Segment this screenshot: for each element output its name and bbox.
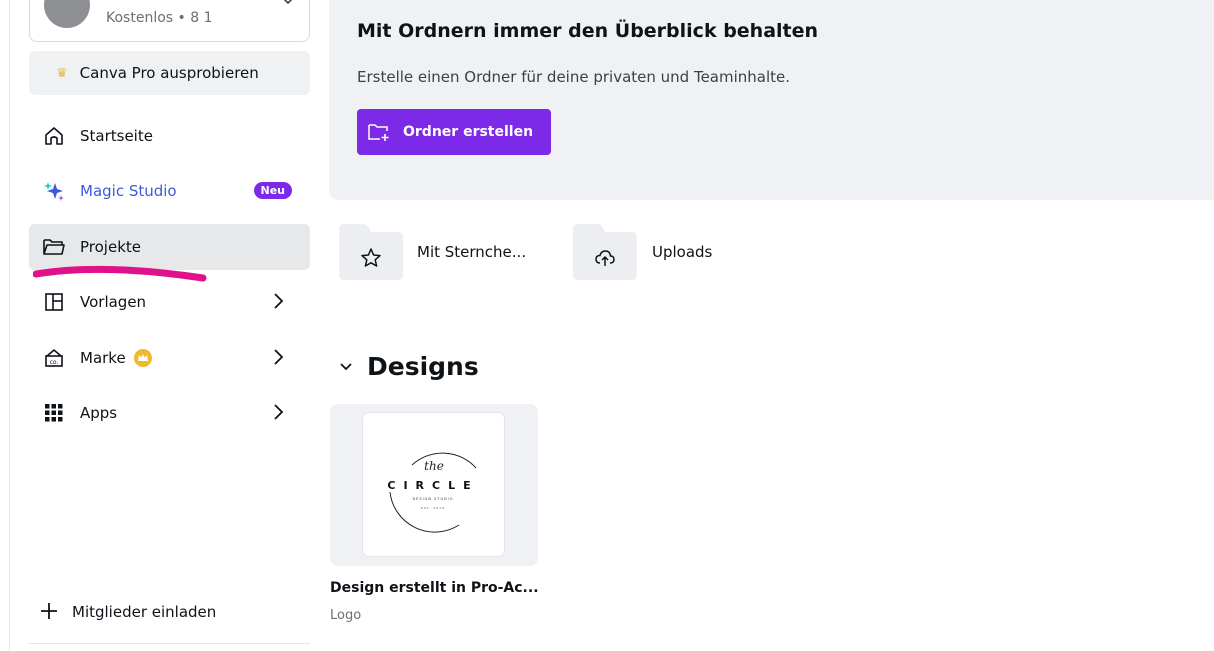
folder-label: Uploads — [652, 243, 713, 261]
design-type: Logo — [330, 608, 362, 623]
folder-label: Mit Sternche... — [417, 243, 527, 261]
designs-section-toggle[interactable]: Designs — [339, 352, 479, 381]
folder-icon — [42, 235, 66, 259]
chevron-right-icon — [273, 291, 285, 315]
logo-est-line: EST. 2019 — [421, 506, 445, 510]
sidebar-item-label: Vorlagen — [80, 293, 147, 311]
try-pro-button[interactable]: ♛ Canva Pro ausprobieren — [29, 51, 310, 95]
banner-title: Mit Ordnern immer den Überblick behalten — [357, 20, 819, 42]
create-folder-label: Ordner erstellen — [403, 124, 534, 140]
starred-folder-tile[interactable]: Mit Sternche... — [339, 224, 526, 284]
sidebar-item-vorlagen[interactable]: Vorlagen — [29, 279, 310, 325]
sidebar-item-marke[interactable]: co. Marke — [29, 335, 310, 381]
chevron-right-icon — [273, 347, 285, 371]
sidebar-item-magic-studio[interactable]: Magic Studio Neu — [29, 168, 310, 214]
logo-subline: DESIGN STUDIO — [412, 497, 453, 501]
banner-subtitle: Erstelle einen Ordner für deine privaten… — [357, 68, 791, 86]
logo-word: CIRCLE — [387, 479, 478, 492]
sidebar-item-label: Marke — [80, 349, 126, 367]
sidebar-item-apps[interactable]: Apps — [29, 390, 310, 436]
folder-plus-icon — [367, 122, 393, 142]
try-pro-label: Canva Pro ausprobieren — [79, 64, 259, 82]
crown-badge-icon — [133, 349, 152, 367]
chevron-down-icon[interactable] — [283, 0, 293, 8]
star-icon — [359, 246, 383, 274]
logo-script-text: the — [424, 459, 444, 473]
sidebar-item-startseite[interactable]: Startseite — [29, 113, 310, 159]
brand-kit-icon: co. — [42, 346, 66, 370]
design-thumbnail[interactable]: the CIRCLE DESIGN STUDIO EST. 2019 — [363, 413, 504, 556]
sidebar-item-label: Startseite — [80, 127, 153, 145]
sidebar-item-label: Apps — [80, 404, 118, 422]
sidebar-item-label: Magic Studio — [80, 182, 177, 200]
account-plan-label: Kostenlos • 8 1 — [106, 10, 213, 26]
circle-logo-thumbnail: the CIRCLE DESIGN STUDIO EST. 2019 — [387, 452, 478, 533]
crown-icon: ♛ — [56, 65, 68, 81]
design-title[interactable]: Design erstellt in Pro-Ac... — [330, 580, 539, 596]
apps-grid-icon — [42, 401, 66, 425]
divider — [29, 643, 310, 644]
sparkle-icon — [42, 179, 66, 203]
invite-label: Mitglieder einladen — [72, 603, 217, 621]
template-icon — [42, 290, 66, 314]
plus-icon — [40, 600, 58, 624]
section-title: Designs — [367, 352, 479, 381]
new-badge: Neu — [253, 182, 292, 199]
invite-members-button[interactable]: Mitglieder einladen — [40, 597, 216, 627]
uploads-folder-tile[interactable]: Uploads — [573, 224, 712, 284]
sidebar-border — [9, 0, 10, 651]
sidebar-item-label: Projekte — [80, 238, 141, 256]
svg-text:co.: co. — [50, 359, 59, 366]
chevron-down-icon — [339, 362, 353, 372]
home-icon — [42, 124, 66, 148]
create-folder-button[interactable]: Ordner erstellen — [357, 109, 551, 155]
cloud-upload-icon — [593, 246, 617, 274]
chevron-right-icon — [273, 402, 285, 426]
